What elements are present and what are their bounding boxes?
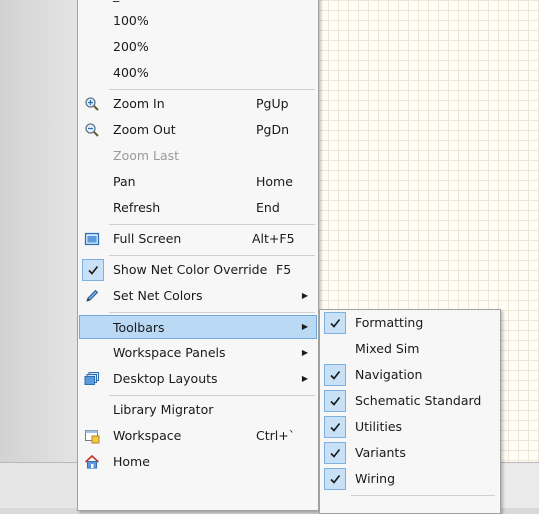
menu-separator bbox=[109, 395, 315, 396]
menu-item-refresh[interactable]: Refresh End bbox=[80, 196, 316, 220]
pan-label: Pan bbox=[113, 174, 136, 189]
variants-label: Variants bbox=[355, 445, 406, 460]
full-screen-icon bbox=[83, 230, 101, 248]
menu-item-set-net-colors[interactable]: Set Net Colors ▶ bbox=[80, 284, 316, 308]
submenu-arrow-icon: ▶ bbox=[301, 374, 308, 383]
left-panel-background bbox=[0, 0, 77, 462]
zoom-out-shortcut: PgDn bbox=[256, 122, 290, 137]
menu-item-workspace-panels[interactable]: Workspace Panels ▶ bbox=[80, 341, 316, 365]
show-net-color-override-shortcut: F5 bbox=[276, 262, 292, 277]
menu-item-zoom-out[interactable]: Zoom Out PgDn bbox=[80, 118, 316, 142]
workspace-icon bbox=[83, 427, 101, 445]
menu-item-home[interactable]: Home bbox=[80, 450, 316, 474]
library-migrator-label: Library Migrator bbox=[113, 402, 214, 417]
menu-separator bbox=[351, 495, 495, 496]
zoom-in-icon bbox=[83, 95, 101, 113]
submenu-item-mixed-sim[interactable]: Mixed Sim bbox=[322, 337, 498, 361]
left-status-area bbox=[0, 462, 77, 508]
zoom-in-shortcut: PgUp bbox=[256, 96, 289, 111]
submenu-item-formatting[interactable]: Formatting bbox=[322, 311, 498, 335]
menu-item-pan[interactable]: Pan Home bbox=[80, 170, 316, 194]
menu-item-zoom-in[interactable]: Zoom In PgUp bbox=[80, 92, 316, 116]
zoom-out-label: Zoom Out bbox=[113, 122, 176, 137]
formatting-label: Formatting bbox=[355, 315, 424, 330]
workspace-panels-label: Workspace Panels bbox=[113, 345, 226, 360]
menu-separator bbox=[109, 89, 315, 90]
menu-item-desktop-layouts[interactable]: Desktop Layouts ▶ bbox=[80, 367, 316, 391]
pan-shortcut: Home bbox=[256, 174, 293, 189]
workspace-shortcut: Ctrl+` bbox=[256, 428, 295, 443]
menu-separator bbox=[109, 255, 315, 256]
workspace-label: Workspace bbox=[113, 428, 182, 443]
show-net-color-override-label: Show Net Color Override bbox=[113, 262, 268, 277]
home-icon bbox=[83, 453, 101, 471]
check-icon bbox=[324, 364, 346, 386]
menu-item-show-net-color-override[interactable]: Show Net Color Override F5 bbox=[80, 258, 316, 282]
check-icon bbox=[324, 312, 346, 334]
submenu-arrow-icon: ▶ bbox=[301, 322, 308, 331]
refresh-label: Refresh bbox=[113, 200, 161, 215]
check-icon bbox=[324, 442, 346, 464]
menu-item-zoom-last[interactable]: Zoom Last bbox=[80, 144, 316, 168]
menu-separator bbox=[109, 312, 315, 313]
pencil-icon bbox=[83, 287, 101, 305]
menu-item-toolbars[interactable]: Toolbars ▶ bbox=[79, 315, 317, 339]
check-icon bbox=[324, 390, 346, 412]
zoom-200-label: 200% bbox=[113, 39, 149, 54]
zoom-100-label: 100% bbox=[113, 13, 149, 28]
menu-item-workspace[interactable]: Workspace Ctrl+` bbox=[80, 424, 316, 448]
menu-item-library-migrator[interactable]: Library Migrator bbox=[80, 398, 316, 422]
menu-item-zoom-200[interactable]: 200% bbox=[80, 35, 316, 59]
menu-item-full-screen[interactable]: Full Screen Alt+F5 bbox=[80, 227, 316, 251]
mixed-sim-label: Mixed Sim bbox=[355, 341, 420, 356]
toolbars-submenu: Formatting Mixed Sim Navigation Schemati… bbox=[319, 309, 501, 514]
set-net-colors-label: Set Net Colors bbox=[113, 288, 203, 303]
schematic-standard-label: Schematic Standard bbox=[355, 393, 482, 408]
home-label: Home bbox=[113, 454, 150, 469]
full-screen-shortcut: Alt+F5 bbox=[252, 231, 295, 246]
submenu-item-schematic-standard[interactable]: Schematic Standard bbox=[322, 389, 498, 413]
canvas-status-area bbox=[500, 462, 539, 508]
zoom-last-label: Zoom Last bbox=[113, 148, 180, 163]
menu-item-zoom-100[interactable]: 100% bbox=[80, 9, 316, 33]
check-icon bbox=[82, 259, 104, 281]
toolbars-label: Toolbars bbox=[113, 320, 165, 335]
full-screen-label: Full Screen bbox=[113, 231, 182, 246]
submenu-arrow-icon: ▶ bbox=[301, 348, 308, 357]
refresh-shortcut: End bbox=[256, 200, 280, 215]
check-icon bbox=[324, 416, 346, 438]
submenu-arrow-icon: ▶ bbox=[301, 291, 308, 300]
desktop-layouts-icon bbox=[83, 370, 101, 388]
zoom-in-label: Zoom In bbox=[113, 96, 165, 111]
check-icon bbox=[324, 468, 346, 490]
menu-item-partial[interactable]: _ bbox=[80, 0, 316, 3]
wiring-label: Wiring bbox=[355, 471, 396, 486]
utilities-label: Utilities bbox=[355, 419, 403, 434]
menu-separator bbox=[109, 224, 315, 225]
submenu-item-variants[interactable]: Variants bbox=[322, 441, 498, 465]
view-menu: _ 100% 200% 400% Zoom In PgUp Zoom Out P… bbox=[77, 0, 319, 511]
submenu-item-navigation[interactable]: Navigation bbox=[322, 363, 498, 387]
zoom-400-label: 400% bbox=[113, 65, 149, 80]
menu-item-zoom-400[interactable]: 400% bbox=[80, 61, 316, 85]
zoom-out-icon bbox=[83, 121, 101, 139]
desktop-layouts-label: Desktop Layouts bbox=[113, 371, 218, 386]
submenu-item-utilities[interactable]: Utilities bbox=[322, 415, 498, 439]
navigation-label: Navigation bbox=[355, 367, 423, 382]
submenu-item-wiring[interactable]: Wiring bbox=[322, 467, 498, 491]
